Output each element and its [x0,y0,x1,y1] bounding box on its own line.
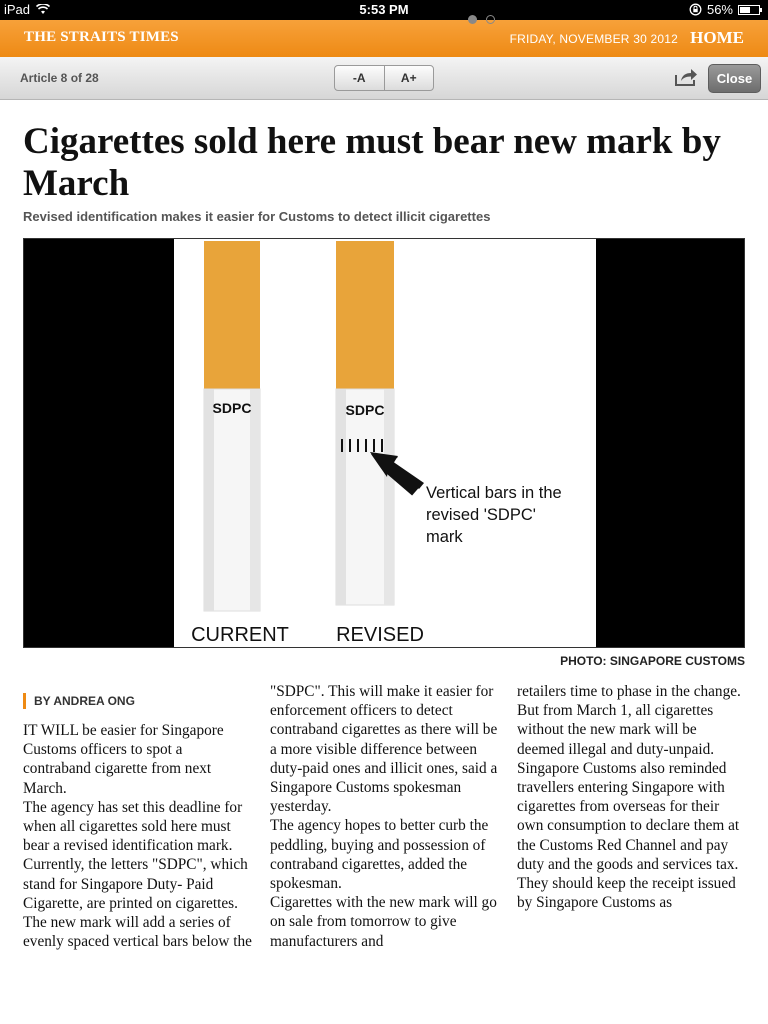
paragraph: Cigarettes with the new mark will go on … [270,894,497,950]
photo-credit: PHOTO: SINGAPORE CUSTOMS [560,654,745,668]
article-count: Article 8 of 28 [20,71,99,85]
battery-icon [738,4,762,15]
page-indicator-dot [486,15,495,24]
paragraph: retailers time to phase in the change. [517,683,741,700]
subheadline: Revised identification makes it easier f… [23,209,491,224]
decrease-font-button[interactable]: -A [335,66,384,90]
label-revised: REVISED [336,624,424,646]
close-button[interactable]: Close [708,64,761,93]
annotation-line-3: mark [426,528,463,546]
article-photo[interactable]: SDPC SDPC Vertical bars in the revised '… [23,238,745,648]
brand-logo: THE STRAITS TIMES [24,29,179,45]
issue-date: FRIDAY, NOVEMBER 30 2012 [509,32,678,46]
label-current: CURRENT [191,624,289,646]
paragraph: Currently, the letters "SDPC", which sta… [23,856,252,951]
masthead: THE STRAITS TIMES FRIDAY, NOVEMBER 30 20… [0,20,768,57]
sdpc-mark-current: SDPC [213,400,252,416]
clock: 5:53 PM [359,2,409,17]
paragraph: But from March 1, all cigarettes without… [517,702,715,758]
article-column-1: IT WILL be easier for Singapore Customs … [23,721,253,951]
page-indicator-dot-active [468,15,477,24]
rotation-lock-icon [689,3,702,16]
article-column-3: retailers time to phase in the change. B… [517,682,747,912]
annotation-line-2: revised 'SDPC' [426,506,536,524]
paragraph: They should keep the receipt issued by S… [517,875,736,912]
battery-percent: 56% [706,2,733,17]
share-icon[interactable] [674,67,698,87]
paragraph: The agency hopes to better curb the pedd… [270,817,489,893]
byline-accent-bar [23,693,26,709]
font-size-control: -A A+ [334,65,434,91]
filter-left [204,241,260,389]
byline: BY ANDREA ONG [23,693,135,709]
status-bar: iPad 5:53 PM 56% [0,0,768,20]
home-link[interactable]: HOME [690,28,744,48]
article-toolbar: Article 8 of 28 -A A+ Close [0,57,768,100]
filter-right [336,241,394,389]
paragraph: Singapore Customs also reminded travelle… [517,759,740,873]
paragraph: IT WILL be easier for Singapore Customs … [23,722,224,797]
byline-author: BY ANDREA ONG [34,694,135,708]
increase-font-button[interactable]: A+ [383,66,434,90]
article-column-2: "SDPC". This will make it easier for enf… [270,682,500,951]
headline: Cigarettes sold here must bear new mark … [23,121,721,204]
sdpc-mark-revised: SDPC [346,402,385,418]
paragraph: "SDPC". This will make it easier for enf… [270,683,498,816]
annotation-line-1: Vertical bars in the [426,484,562,502]
paragraph: The agency has set this deadline for whe… [23,798,243,855]
cigarette-illustration: SDPC SDPC Vertical bars in the revised '… [174,239,596,647]
